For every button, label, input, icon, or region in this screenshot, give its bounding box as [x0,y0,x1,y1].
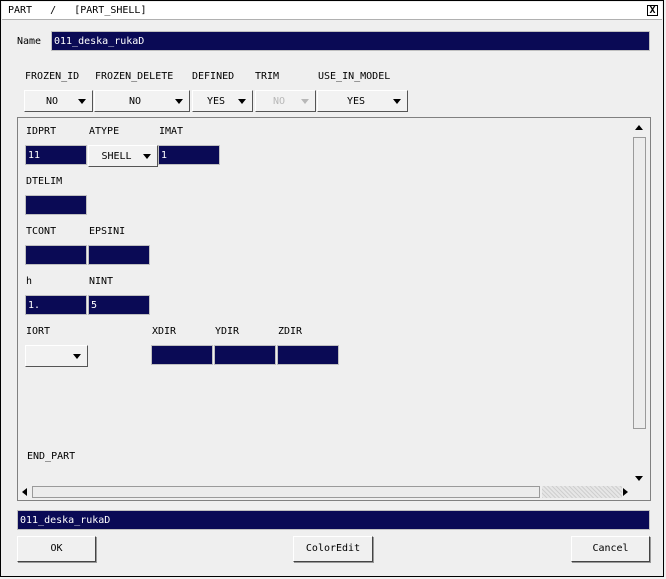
epsini-label: EPSINI [89,226,126,237]
name-label: Name [17,36,42,47]
nint-field[interactable]: 5 [88,295,150,315]
epsini-field[interactable] [88,245,150,265]
scroll-left-icon[interactable] [22,488,27,496]
h-field[interactable]: 1. [25,295,87,315]
zdir-field[interactable] [277,345,339,365]
frozen-id-label: FROZEN_ID [25,71,80,82]
frozen-delete-select[interactable]: NO [94,90,190,112]
zdir-label: ZDIR [278,326,303,337]
dtelim-field[interactable] [25,195,87,215]
defined-value: YES [206,96,226,107]
trim-value: NO [272,96,286,107]
xdir-label: XDIR [152,326,177,337]
chevron-down-icon [143,154,151,159]
coloredit-button[interactable]: ColorEdit [293,536,373,562]
iort-select[interactable] [25,345,88,367]
cancel-button[interactable]: Cancel [571,536,650,562]
vertical-scrollbar[interactable] [632,119,650,487]
use-in-model-label: USE_IN_MODEL [318,71,391,82]
ydir-label: YDIR [215,326,240,337]
scroll-down-icon[interactable] [635,476,643,481]
title-bar: PART / [PART_SHELL] X [2,2,662,20]
idprt-field[interactable]: 11 [25,145,87,165]
imat-field[interactable]: 1 [158,145,220,165]
imat-label: IMAT [159,126,184,137]
frozen-delete-label: FROZEN_DELETE [95,71,174,82]
horizontal-scroll-thumb[interactable] [32,486,540,498]
scroll-right-icon[interactable] [623,488,628,496]
chevron-down-icon [73,354,81,359]
trim-select: NO [255,90,316,112]
use-in-model-value: YES [346,96,366,107]
tcont-label: TCONT [26,226,57,237]
horizontal-scrollbar[interactable] [18,485,632,500]
iort-label: IORT [26,326,51,337]
end-part-label: END_PART [27,451,76,462]
status-field[interactable]: 011_deska_rukaD [17,510,650,530]
chevron-down-icon [301,99,309,104]
frozen-id-value: NO [45,96,59,107]
atype-value: SHELL [101,151,132,162]
trim-label: TRIM [255,71,280,82]
close-icon[interactable]: X [647,5,658,16]
nint-label: NINT [89,276,114,287]
chevron-down-icon [393,99,401,104]
scroll-track[interactable] [542,486,622,498]
tcont-field[interactable] [25,245,87,265]
vertical-scroll-thumb[interactable] [633,137,646,429]
dtelim-label: DTELIM [26,176,63,187]
frozen-id-select[interactable]: NO [24,90,93,112]
scroll-up-icon[interactable] [635,125,643,130]
atype-select[interactable]: SHELL [88,145,158,167]
idprt-label: IDPRT [26,126,57,137]
ydir-field[interactable] [214,345,276,365]
defined-label: DEFINED [192,71,235,82]
atype-label: ATYPE [89,126,120,137]
part-shell-dialog: PART / [PART_SHELL] X Name 011_deska_ruk… [0,0,664,577]
defined-select[interactable]: YES [192,90,253,112]
chevron-down-icon [175,99,183,104]
ok-button[interactable]: OK [17,536,96,562]
window-title: PART / [PART_SHELL] [8,5,147,16]
chevron-down-icon [78,99,86,104]
use-in-model-select[interactable]: YES [317,90,408,112]
xdir-field[interactable] [151,345,213,365]
name-field[interactable]: 011_deska_rukaD [51,31,650,51]
chevron-down-icon [238,99,246,104]
frozen-delete-value: NO [128,96,142,107]
h-label: h [26,276,33,287]
